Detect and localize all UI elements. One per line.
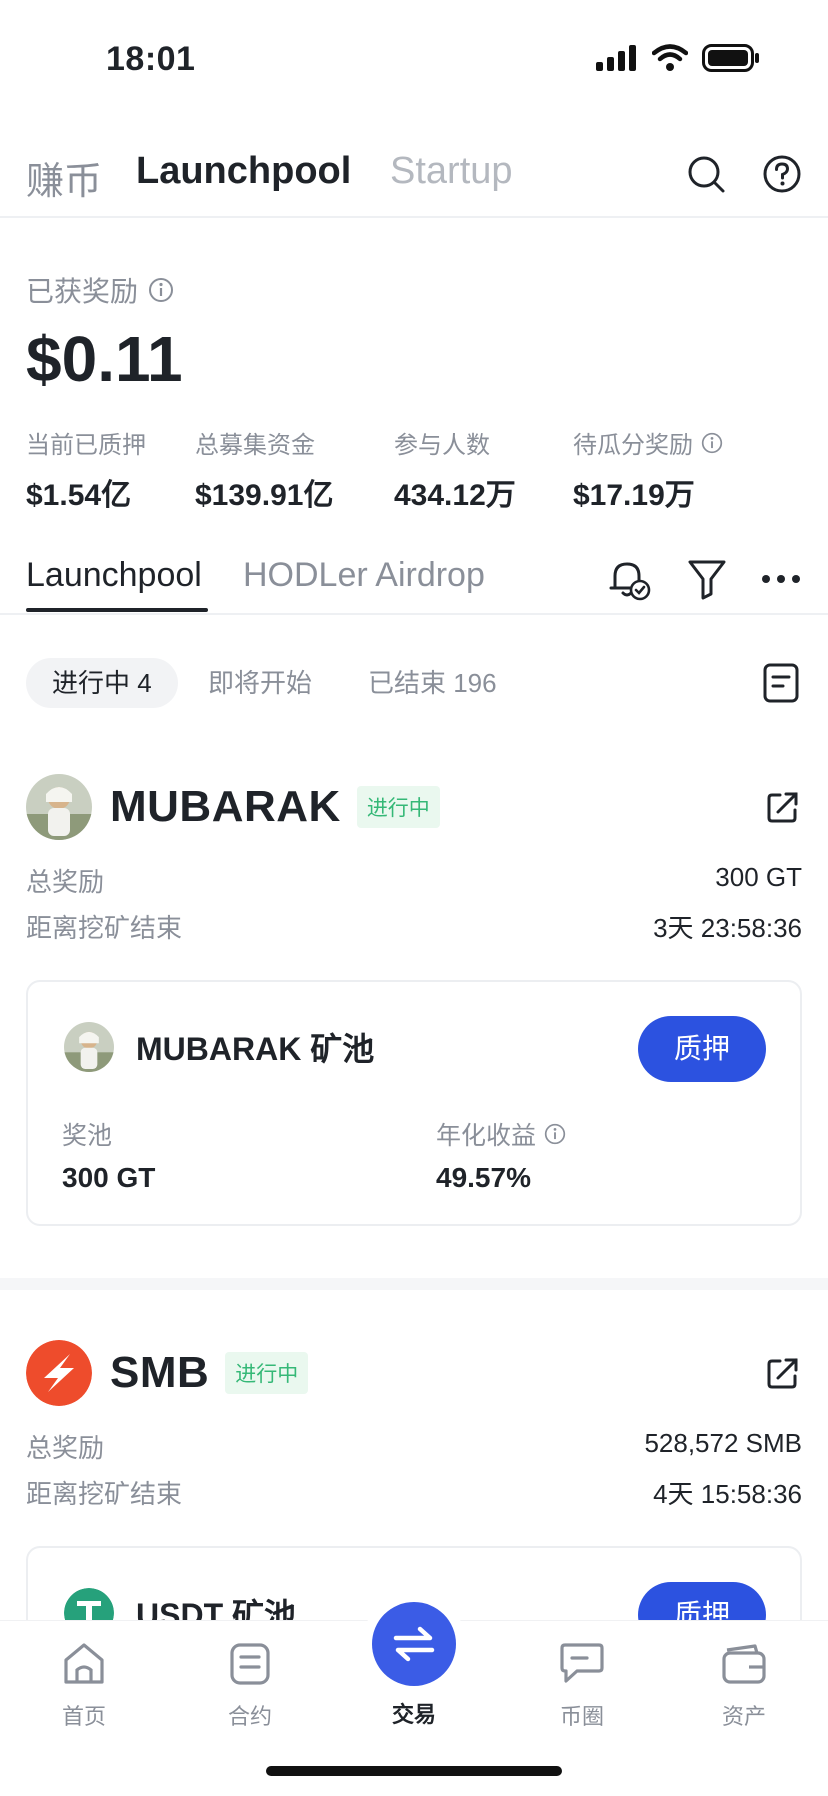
tab-launchpool[interactable]: Launchpool: [136, 150, 351, 193]
nav-trade-label[interactable]: 交易: [354, 1697, 474, 1729]
pool-card-mubarak[interactable]: MUBARAK 矿池 质押 奖池 300 GT 年化收益 49.57%: [26, 980, 802, 1226]
section-separator: [0, 1278, 828, 1290]
earned-reward-text: 已获奖励: [26, 276, 139, 307]
chat-icon: [560, 1643, 604, 1683]
stat-value: 434.12万: [394, 479, 516, 512]
mubarak-logo: [64, 1022, 114, 1072]
status-badge: 进行中: [356, 786, 440, 828]
nav-label: 合约: [227, 1704, 272, 1729]
external-link-icon: [767, 1358, 798, 1389]
pool-title-text: MUBARAK 矿池: [136, 1031, 375, 1067]
stat-pending: 待瓜分奖励 $17.19万: [573, 425, 723, 514]
nav-label: 币圈: [559, 1704, 604, 1729]
tab-earn[interactable]: 赚币: [26, 150, 102, 205]
search-button[interactable]: [682, 150, 730, 198]
nav-label: 资产: [721, 1704, 766, 1729]
wallet-icon: [722, 1644, 766, 1684]
filter-button[interactable]: [682, 554, 732, 604]
trade-button[interactable]: [372, 1602, 456, 1686]
sub-tabs: Launchpool HODLer Airdrop: [0, 548, 828, 614]
status-badge: 进行中: [225, 1352, 309, 1394]
stat-label: 当前已质押: [26, 432, 146, 459]
stake-button[interactable]: 质押: [638, 1016, 766, 1082]
total-reward-label: 总奖励: [26, 867, 105, 897]
open-external-button[interactable]: [760, 1350, 806, 1396]
pool-value: 300 GT: [62, 1162, 156, 1193]
earned-reward-label: 已获奖励: [26, 270, 174, 310]
signal-icon: [596, 45, 636, 71]
mubarak-logo: [26, 774, 92, 840]
nav-contract[interactable]: 合约: [190, 1637, 310, 1731]
stat-label-row: 待瓜分奖励: [573, 425, 723, 460]
subtab-divider: [0, 613, 828, 615]
search-icon: [688, 156, 725, 193]
earned-reward-value: $0.11: [26, 323, 183, 395]
nav-label: 首页: [61, 1704, 106, 1729]
stat-staked: 当前已质押 $1.54亿: [26, 425, 146, 514]
tab-startup[interactable]: Startup: [390, 150, 513, 193]
battery-icon: [702, 44, 759, 72]
nav-assets[interactable]: 资产: [684, 1637, 804, 1731]
more-button[interactable]: [756, 554, 806, 604]
pool-label: 奖池: [62, 1122, 113, 1150]
help-button[interactable]: [758, 150, 806, 198]
notify-button[interactable]: [604, 554, 654, 604]
filter-upcoming[interactable]: 即将开始: [182, 658, 338, 708]
records-button[interactable]: [756, 658, 806, 708]
stat-participants: 参与人数 434.12万: [394, 425, 516, 514]
mining-end-label: 距离挖矿结束: [26, 1479, 183, 1509]
apr-label-row: 年化收益: [436, 1116, 566, 1152]
more-icon: [762, 575, 800, 583]
filter-ongoing[interactable]: 进行中 4: [26, 658, 178, 708]
help-icon: [763, 155, 801, 193]
open-external-button[interactable]: [760, 784, 806, 830]
stat-label: 待瓜分奖励: [573, 432, 693, 459]
status-icons: [596, 44, 760, 72]
stat-value: $139.91亿: [195, 479, 334, 512]
contract-icon: [230, 1643, 270, 1685]
project-header-mubarak[interactable]: MUBARAK 进行中: [26, 774, 440, 840]
total-reward-label: 总奖励: [26, 1433, 105, 1463]
pool-title: MUBARAK 矿池: [64, 1022, 374, 1072]
project-name: SMB: [110, 1348, 210, 1397]
bell-check-icon: [609, 562, 651, 601]
stat-value: $1.54亿: [26, 479, 132, 512]
info-icon[interactable]: [701, 432, 723, 454]
stat-raised: 总募集资金 $139.91亿: [195, 425, 333, 514]
nav-home[interactable]: 首页: [24, 1637, 144, 1731]
mining-end-label: 距离挖矿结束: [26, 913, 183, 943]
project-header-smb[interactable]: SMB 进行中: [26, 1340, 309, 1406]
info-icon[interactable]: [544, 1123, 566, 1145]
apr-label: 年化收益: [436, 1122, 537, 1150]
smb-logo: [26, 1340, 92, 1406]
filter-icon: [688, 560, 726, 600]
header-divider: [0, 216, 828, 218]
project-name: MUBARAK: [110, 782, 341, 831]
top-nav: 赚币 Launchpool Startup: [0, 140, 828, 220]
external-link-icon: [767, 792, 798, 823]
nav-community[interactable]: 币圈: [522, 1637, 642, 1731]
mining-end-countdown: 3天 23:58:36: [653, 913, 802, 943]
stat-value: $17.19万: [573, 479, 695, 512]
total-reward-value: 300 GT: [715, 862, 802, 892]
home-icon: [64, 1643, 104, 1684]
info-icon[interactable]: [148, 277, 174, 303]
filter-ended[interactable]: 已结束 196: [342, 658, 523, 708]
wifi-icon: [652, 44, 688, 71]
mining-end-countdown: 4天 15:58:36: [653, 1479, 802, 1509]
total-reward-value: 528,572 SMB: [644, 1428, 802, 1458]
stat-label: 总募集资金: [195, 432, 315, 459]
home-indicator: [266, 1766, 562, 1776]
active-tab-indicator: [26, 608, 208, 612]
status-time: 18:01: [106, 40, 196, 78]
document-icon: [763, 663, 799, 703]
subtab-launchpool[interactable]: Launchpool: [26, 556, 202, 595]
swap-icon: [393, 1626, 435, 1662]
subtab-hodler-airdrop[interactable]: HODLer Airdrop: [243, 556, 485, 595]
apr-value: 49.57%: [436, 1162, 531, 1193]
stat-label: 参与人数: [394, 432, 490, 459]
